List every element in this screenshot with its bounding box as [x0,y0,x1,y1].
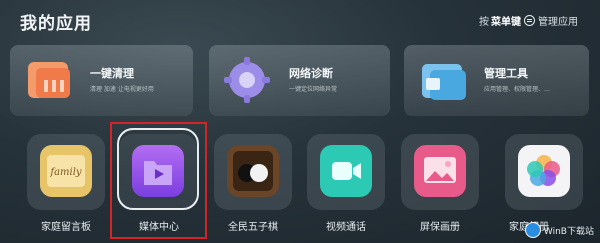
app-family-board[interactable]: family [27,134,105,210]
photo-album-icon [414,145,466,197]
watermark: WinB下载站 [524,222,594,238]
card-network-diagnosis[interactable]: 网络诊断 一键定位网络异常 [209,45,390,116]
hint-prefix: 按 [479,17,489,28]
page-title: 我的应用 [20,14,92,34]
app-family-album[interactable] [505,134,583,210]
app-label: 屏保画册 [420,222,460,233]
gallery-icon [518,145,570,197]
family-note-icon: family [40,145,92,197]
watermark-text: WinB下载站 [543,226,594,237]
toolbox-icon [422,64,466,100]
card-subtitle: 一键定位网络异常 [289,86,338,93]
card-label: 网络诊断 [289,67,333,80]
network-gear-icon [224,57,270,103]
app-video-call[interactable] [307,134,385,210]
hint-suffix: 管理应用 [538,17,578,28]
app-gomoku[interactable] [214,134,292,210]
menu-hint: 按 菜单键 管理应用 [479,13,578,28]
card-subtitle: 清理 加速 让电视更好用 [90,86,154,93]
app-label: 全民五子棋 [228,222,278,233]
gomoku-icon [227,145,279,197]
card-one-click-clean[interactable]: 一键清理 清理 加速 让电视更好用 [10,45,193,116]
broom-icon [28,62,70,98]
app-label: 视频通话 [326,222,366,233]
watermark-logo-icon [524,222,541,238]
menu-icon [524,15,535,26]
card-subtitle: 应用管理、权限管理、… [484,86,551,93]
card-management-tools[interactable]: 管理工具 应用管理、权限管理、… [404,45,589,116]
hint-key: 菜单键 [491,17,521,28]
app-label: 家庭留言板 [41,222,91,233]
card-label: 管理工具 [484,67,528,80]
app-screensaver-album[interactable] [401,134,479,210]
app-label: 媒体中心 [139,222,179,233]
card-label: 一键清理 [90,67,134,80]
video-call-icon [320,145,372,197]
family-note-text: family [49,167,82,178]
